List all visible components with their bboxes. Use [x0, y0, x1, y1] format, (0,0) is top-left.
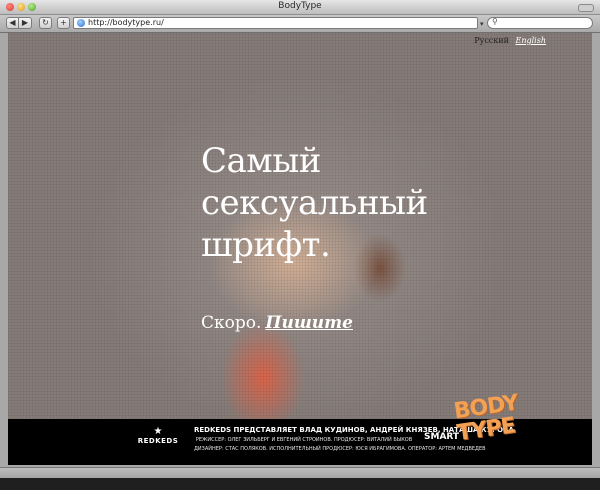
credits-line-2: РЕЖИССЕР: ОЛЕГ ЗИЛЬБЕРГ И ЕВГЕНИЙ СТРОИН… — [195, 437, 413, 443]
headline-line-2: сексуальный — [201, 183, 428, 223]
write-us-link[interactable]: Пишите — [265, 313, 353, 333]
coming-soon: Скоро. Пишите — [201, 313, 353, 333]
lang-english-link[interactable]: English — [516, 36, 547, 45]
chevron-right-icon: ▶ — [21, 18, 29, 27]
redkeds-logo-text: REDKEDS — [137, 437, 179, 445]
search-field[interactable]: ⚲ — [487, 17, 593, 29]
lang-russian-link[interactable]: Русский — [474, 36, 509, 45]
title-bar: BodyType — [0, 0, 600, 15]
web-page: Русский English Самый сексуальный шрифт.… — [8, 33, 592, 465]
address-bar[interactable]: http://bodytype.ru/ — [73, 17, 478, 29]
credits-line-3: ДИЗАЙНЕР: СТАС ПОЛЯКОВ. ИСПОЛНИТЕЛЬНЫЙ П… — [194, 446, 486, 452]
credits-text: REDKEDS ПРЕДСТАВЛЯЕТ ВЛАД КУДИНОВ, АНДРЕ… — [194, 426, 514, 452]
headline: Самый сексуальный шрифт. — [201, 140, 461, 266]
browser-toolbar: ◀ ▶ ↻ + http://bodytype.ru/ ▾ ⚲ — [0, 15, 600, 33]
address-text: http://bodytype.ru/ — [88, 18, 164, 27]
window-title: BodyType — [278, 1, 322, 11]
credits-line-1: REDKEDS ПРЕДСТАВЛЯЕТ ВЛАД КУДИНОВ, АНДРЕ… — [194, 426, 514, 434]
chevron-left-icon: ◀ — [9, 18, 16, 27]
desktop-strip — [0, 478, 600, 490]
headline-line-1: Самый — [201, 141, 321, 181]
toolbar-toggle-button[interactable] — [578, 4, 594, 12]
star-icon: ★ — [153, 426, 163, 437]
plus-icon: + — [60, 18, 67, 27]
browser-window: BodyType ◀ ▶ ↻ + http://bodytype.ru/ ▾ ⚲… — [0, 0, 600, 490]
redkeds-logo[interactable]: ★ REDKEDS — [137, 426, 179, 446]
forward-button[interactable]: ▶ — [19, 17, 32, 29]
add-bookmark-button[interactable]: + — [57, 17, 70, 29]
chevron-down-icon[interactable]: ▾ — [480, 20, 484, 28]
reload-button[interactable]: ↻ — [39, 17, 52, 29]
smart-logo[interactable]: SMART — [424, 432, 459, 442]
coming-soon-text: Скоро. — [201, 313, 262, 333]
headline-line-3: шрифт. — [201, 225, 331, 265]
search-icon: ⚲ — [492, 17, 498, 26]
status-bar — [0, 467, 600, 478]
globe-icon — [77, 19, 85, 27]
reload-icon: ↻ — [42, 18, 49, 27]
back-button[interactable]: ◀ — [6, 17, 19, 29]
language-switcher: Русский English — [474, 36, 546, 45]
